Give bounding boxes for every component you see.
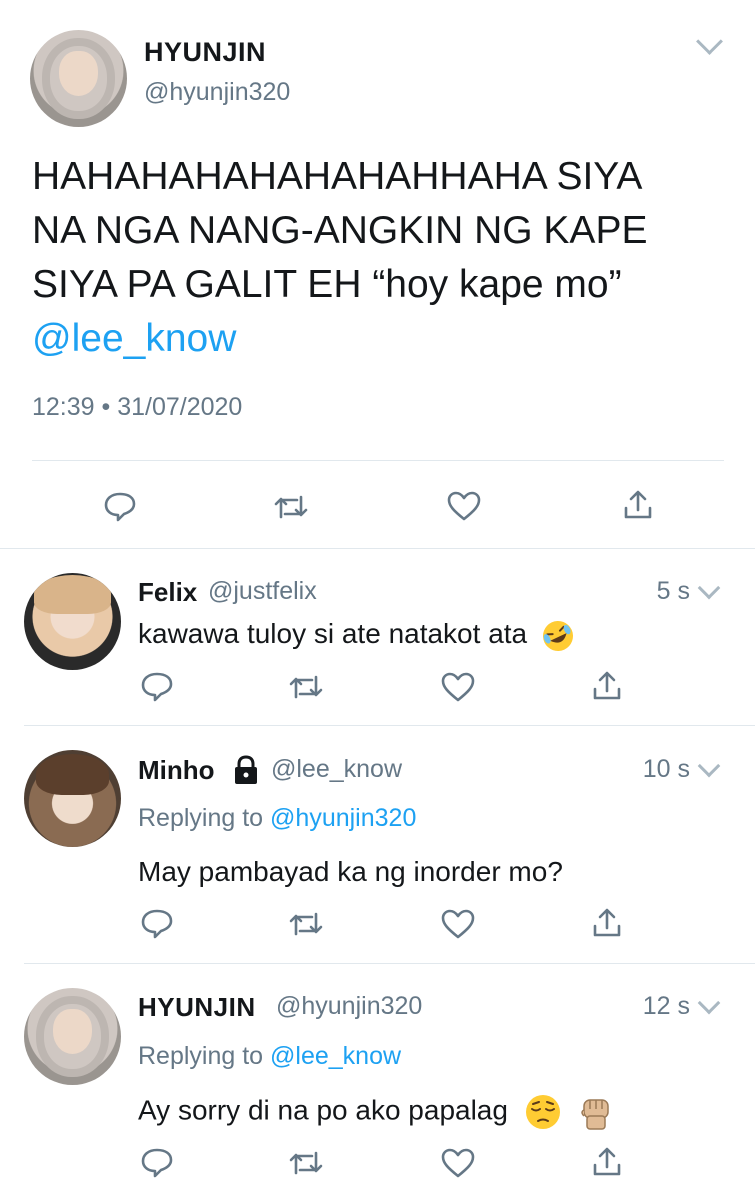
reply-author-handle[interactable]: @lee_know: [271, 755, 402, 784]
reply-time[interactable]: 5 s: [600, 577, 690, 606]
chevron-down-icon[interactable]: [696, 28, 723, 55]
pensive-emoji: [525, 1095, 560, 1129]
reply-time[interactable]: 12 s: [600, 992, 690, 1021]
replying-to-link[interactable]: @hyunjin320: [270, 804, 416, 832]
author-handle[interactable]: @hyunjin320: [144, 78, 290, 107]
replying-to-label: Replying to: [138, 804, 264, 832]
tweet-text-line: SIYA PA GALIT EH “hoy kape mo”: [32, 263, 622, 306]
reply-author-name[interactable]: Felix: [138, 577, 197, 608]
share-icon[interactable]: [591, 906, 623, 940]
author-avatar[interactable]: [30, 30, 127, 127]
reply-icon[interactable]: [140, 1146, 174, 1180]
reply-avatar[interactable]: [24, 573, 121, 670]
reply-avatar[interactable]: [24, 750, 121, 847]
like-icon[interactable]: [440, 1147, 476, 1179]
replying-to: Replying to @hyunjin320: [138, 804, 416, 833]
raised-fist-emoji: [580, 1099, 609, 1130]
lock-icon: [235, 755, 257, 784]
reply-author-name[interactable]: Minho: [138, 755, 215, 786]
tweet-text: HAHAHAHAHAHAHAHHAHA SIYA NA NGA NANG-ANG…: [32, 150, 732, 366]
reply-author-handle[interactable]: @hyunjin320: [276, 992, 422, 1021]
replying-to-link[interactable]: @lee_know: [270, 1042, 401, 1070]
chevron-down-icon[interactable]: [697, 754, 721, 778]
retweet-icon[interactable]: [288, 907, 324, 941]
reply-time[interactable]: 10 s: [600, 755, 690, 784]
replying-to-label: Replying to: [138, 1042, 264, 1070]
retweet-icon[interactable]: [273, 490, 309, 524]
share-icon[interactable]: [591, 1145, 623, 1179]
replying-to: Replying to @lee_know: [138, 1042, 401, 1071]
reply-icon[interactable]: [103, 490, 137, 524]
reply-text: May pambayad ka ng inorder mo?: [138, 856, 563, 887]
chevron-down-icon[interactable]: [697, 991, 721, 1015]
reply-icon[interactable]: [140, 907, 174, 941]
section-divider: [24, 963, 755, 964]
section-divider: [24, 725, 755, 726]
rofl-emoji: [542, 620, 573, 651]
retweet-icon[interactable]: [288, 670, 324, 704]
chevron-down-icon[interactable]: [697, 576, 721, 600]
like-icon[interactable]: [446, 490, 482, 522]
tweet-text-line: NA NGA NANG-ANGKIN NG KAPE: [32, 209, 648, 252]
share-icon[interactable]: [622, 488, 654, 522]
reply-author-name[interactable]: HYUNJIN: [138, 992, 256, 1023]
like-icon[interactable]: [440, 908, 476, 940]
reply-avatar[interactable]: [24, 988, 121, 1085]
share-icon[interactable]: [591, 669, 623, 703]
divider: [32, 460, 724, 461]
like-icon[interactable]: [440, 671, 476, 703]
section-divider: [0, 548, 755, 549]
reply-text-content: kawawa tuloy si ate natakot ata: [138, 618, 528, 649]
reply-icon[interactable]: [140, 670, 174, 704]
reply-text-content: Ay sorry di na po ako papalag: [138, 1094, 508, 1126]
tweet-text-line: HAHAHAHAHAHAHAHHAHA SIYA: [32, 155, 643, 198]
reply-text: Ay sorry di na po ako papalag: [138, 1092, 616, 1132]
tweet-mention-link[interactable]: @lee_know: [32, 312, 732, 366]
author-name[interactable]: HYUNJIN: [144, 37, 266, 68]
retweet-icon[interactable]: [288, 1146, 324, 1180]
reply-author-handle[interactable]: @justfelix: [208, 577, 317, 606]
reply-text: kawawa tuloy si ate natakot ata: [138, 618, 575, 653]
tweet-timestamp[interactable]: 12:39 • 31/07/2020: [32, 393, 242, 422]
